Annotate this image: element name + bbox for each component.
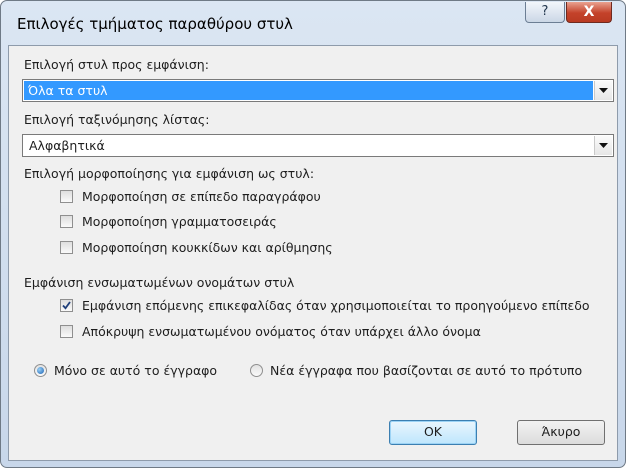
checkbox-box[interactable] — [60, 325, 73, 338]
cancel-button[interactable]: Άκυρο — [517, 420, 605, 445]
radio-button[interactable] — [34, 364, 47, 377]
style-select[interactable]: Όλα τα στυλ — [22, 79, 614, 102]
radio-label: Μόνο σε αυτό το έγγραφο — [54, 363, 218, 378]
style-pane-options-dialog: Επιλογές τμήματος παραθύρου στυλ ? X Επι… — [0, 0, 626, 468]
dropdown-arrow-button[interactable] — [594, 136, 612, 155]
title-bar: Επιλογές τμήματος παραθύρου στυλ ? X — [1, 1, 625, 45]
builtin-names-group-label: Εμφάνιση ενσωματωμένων ονομάτων στυλ — [24, 275, 295, 290]
chevron-down-icon — [599, 88, 608, 93]
close-button[interactable]: X — [566, 2, 612, 23]
dialog-title: Επιλογές τμήματος παραθύρου στυλ — [17, 15, 293, 33]
checkbox-box[interactable] — [60, 299, 73, 312]
radio-selected-dot — [37, 367, 44, 374]
checkbox-label: Απόκρυψη ενσωματωμένου ονόματος όταν υπά… — [82, 324, 481, 339]
checkbox-box[interactable] — [60, 215, 73, 228]
checkbox-label: Μορφοποίηση κουκκίδων και αρίθμησης — [82, 240, 333, 255]
sort-select-label: Επιλογή ταξινόμησης λίστας: — [24, 112, 210, 127]
sort-select[interactable]: Αλφαβητικά — [22, 134, 614, 157]
chevron-down-icon — [599, 143, 608, 148]
checkmark-icon — [62, 301, 71, 310]
checkbox-box[interactable] — [60, 241, 73, 254]
style-select-value: Όλα τα στυλ — [24, 81, 593, 100]
radio-button[interactable] — [250, 364, 263, 377]
style-select-label: Επιλογή στυλ προς εμφάνιση: — [24, 57, 209, 72]
help-button[interactable]: ? — [525, 2, 565, 23]
dropdown-arrow-button[interactable] — [594, 81, 612, 100]
ok-button[interactable]: OK — [389, 420, 477, 445]
checkbox-label: Μορφοποίηση σε επίπεδο παραγράφου — [82, 189, 321, 204]
formatting-group-label: Επιλογή μορφοποίησης για εμφάνιση ως στυ… — [24, 166, 315, 181]
radio-label: Νέα έγγραφα που βασίζονται σε αυτό το πρ… — [270, 363, 583, 378]
dialog-body: Επιλογή στυλ προς εμφάνιση: Όλα τα στυλ … — [8, 45, 618, 461]
checkbox-box[interactable] — [60, 190, 73, 203]
checkbox-label: Μορφοποίηση γραμματοσειράς — [82, 214, 277, 229]
sort-select-value: Αλφαβητικά — [29, 138, 105, 153]
checkbox-label: Εμφάνιση επόμενης επικεφαλίδας όταν χρησ… — [82, 298, 590, 313]
